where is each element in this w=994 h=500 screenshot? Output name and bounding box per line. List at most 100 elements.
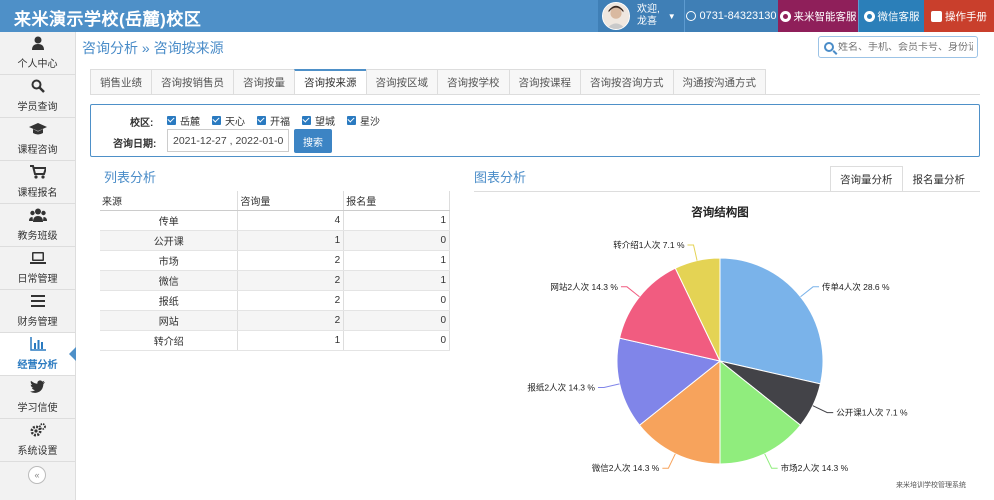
- table-cell: 0: [343, 230, 450, 251]
- twitter-icon: [30, 380, 45, 396]
- book-icon: [931, 10, 942, 22]
- tab-by-salesperson[interactable]: 咨询按销售员: [151, 69, 233, 95]
- tab-by-consult-method[interactable]: 咨询按咨询方式: [580, 69, 673, 95]
- user-icon: [31, 36, 44, 52]
- pie-chart: 咨询结构图 传单4人次 28.6 % 公开课1人次 7.1 % 市场2人次 14.3…: [527, 205, 908, 473]
- checkbox-checked-icon: [212, 116, 221, 125]
- user-menu[interactable]: 欢迎, 龙喜 ▼: [598, 0, 684, 32]
- tab-consult-volume[interactable]: 咨询量分析: [830, 166, 903, 192]
- pie-connector-1: [812, 405, 834, 414]
- tab-by-volume[interactable]: 咨询按量: [233, 69, 294, 95]
- campus-option-label: 天心: [225, 117, 245, 128]
- sidebar-item-student-query[interactable]: 学员查询: [0, 75, 75, 118]
- search-icon: [31, 79, 45, 95]
- table-cell: 报纸: [100, 290, 239, 311]
- footer-note: 来米培训学校管理系统: [896, 482, 966, 489]
- sidebar-item-business-analysis[interactable]: 经营分析: [0, 333, 76, 376]
- sidebar-item-messenger[interactable]: 学习信使: [0, 376, 75, 419]
- date-label: 咨询日期:: [113, 139, 157, 150]
- laptop-icon: [29, 251, 46, 267]
- campus-checkbox-xingsha[interactable]: 星沙: [347, 113, 380, 128]
- table-cell: 0: [343, 290, 450, 311]
- breadcrumb: 咨询分析 » 咨询按来源: [82, 40, 224, 56]
- smart-service-label: 来米智能客服: [793, 10, 857, 23]
- sidebar-item-course-enroll[interactable]: 课程报名: [0, 161, 75, 204]
- table-cell: 2: [237, 310, 345, 331]
- tab-by-communication[interactable]: 沟通按沟通方式: [672, 69, 766, 95]
- caret-down-icon: ▼: [667, 11, 676, 21]
- wechat-service-button[interactable]: 微信客服: [858, 0, 924, 32]
- source-table: 来源 咨询量 报名量 传单 4 1 公开课 1 0 市场 2 1 微信 2 1 报纸 2 0 网站 2…: [100, 191, 450, 351]
- sidebar-item-label: 教务班级: [17, 231, 58, 242]
- service-icon: [779, 10, 791, 22]
- table-cell: 0: [343, 330, 450, 351]
- column-header-enrollments: 报名量: [343, 191, 450, 211]
- campus-checkbox-wangcheng[interactable]: 望城: [302, 113, 335, 128]
- gears-icon: [30, 423, 46, 439]
- table-cell: 1: [343, 250, 450, 271]
- table-row: 微信 2 1: [100, 270, 450, 291]
- campus-checkbox-yuelu[interactable]: 岳麓: [167, 113, 200, 128]
- pie-label-6: 转介绍1人次 7.1 %: [613, 240, 685, 250]
- smart-service-button[interactable]: 来米智能客服: [778, 0, 858, 32]
- manual-button[interactable]: 操作手册: [924, 0, 994, 32]
- tab-by-source[interactable]: 咨询按来源: [294, 69, 366, 95]
- chart-section-title: 图表分析: [474, 170, 527, 185]
- sidebar-item-classes[interactable]: 教务班级: [0, 204, 75, 247]
- welcome-text: 欢迎, 龙喜: [637, 4, 660, 28]
- sidebar-item-label: 课程咨询: [17, 145, 58, 156]
- cart-icon: [29, 165, 47, 181]
- global-search[interactable]: [818, 36, 978, 58]
- wechat-service-label: 微信客服: [877, 10, 920, 23]
- bar-chart-icon: [29, 337, 46, 353]
- users-icon: [28, 208, 47, 224]
- table-row: 传单 4 1: [100, 210, 450, 231]
- sidebar-item-personal[interactable]: 个人中心: [0, 32, 75, 75]
- campus-checkbox-tianxin[interactable]: 天心: [212, 113, 245, 128]
- sidebar-item-label: 财务管理: [17, 317, 58, 328]
- sidebar-collapse-button[interactable]: «: [28, 466, 46, 484]
- chart-title: 咨询结构图: [691, 205, 749, 219]
- phone-icon: [686, 11, 697, 21]
- sidebar-item-finance[interactable]: 财务管理: [0, 290, 75, 333]
- welcome-line: 欢迎,: [637, 4, 660, 15]
- table-cell: 微信: [100, 270, 239, 291]
- table-cell: 4: [237, 210, 345, 231]
- filter-panel: 校区: 岳麓 天心 开福 望城 星沙 咨询日期: 2021-12-27 , 20…: [90, 104, 980, 157]
- sidebar-item-course-consult[interactable]: 课程咨询: [0, 118, 75, 161]
- chart-tab-divider: [474, 191, 980, 192]
- table-cell: 2: [237, 250, 345, 271]
- tab-by-region[interactable]: 咨询按区域: [365, 69, 437, 95]
- brand-title: 来米演示学校(岳麓)校区: [14, 10, 202, 29]
- manual-label: 操作手册: [945, 10, 987, 23]
- sidebar-item-label: 经营分析: [17, 360, 58, 371]
- pie-connector-5: [620, 286, 640, 298]
- sidebar-item-settings[interactable]: 系统设置: [0, 419, 75, 462]
- sidebar-item-label: 学员查询: [17, 102, 58, 113]
- column-header-source: 来源: [100, 191, 239, 211]
- table-cell: 网站: [100, 310, 239, 331]
- tab-by-school[interactable]: 咨询按学校: [437, 69, 509, 95]
- campus-option-label: 开福: [270, 117, 290, 128]
- tab-sales-performance[interactable]: 销售业绩: [90, 69, 151, 95]
- campus-checkbox-kaifu[interactable]: 开福: [257, 113, 290, 128]
- table-cell: 2: [237, 290, 345, 311]
- sidebar-item-daily[interactable]: 日常管理: [0, 247, 75, 290]
- tab-by-course[interactable]: 咨询按课程: [508, 69, 580, 95]
- tab-enroll-volume[interactable]: 报名量分析: [903, 166, 976, 192]
- date-range-input[interactable]: 2021-12-27 , 2022-01-0: [167, 129, 289, 152]
- search-input[interactable]: [838, 41, 973, 53]
- wechat-icon: [863, 10, 875, 22]
- sidebar: 个人中心 学员查询 课程咨询 课程报名 教务班级 日常管理 财务管理 经营分析 …: [0, 32, 76, 500]
- table-cell: 1: [343, 210, 450, 231]
- column-header-consults: 咨询量: [237, 191, 345, 211]
- search-button[interactable]: 搜索: [294, 129, 332, 153]
- campus-option-label: 望城: [315, 117, 335, 128]
- table-row: 网站 2 0: [100, 310, 450, 331]
- chart-tabs: 咨询量分析 报名量分析: [830, 166, 975, 192]
- pie-label-0: 传单4人次 28.6 %: [822, 282, 890, 292]
- campus-option-label: 岳麓: [180, 117, 200, 128]
- table-cell: 公开课: [100, 230, 239, 251]
- pie-label-1: 公开课1人次 7.1 %: [836, 408, 908, 418]
- sidebar-item-label: 课程报名: [17, 188, 58, 199]
